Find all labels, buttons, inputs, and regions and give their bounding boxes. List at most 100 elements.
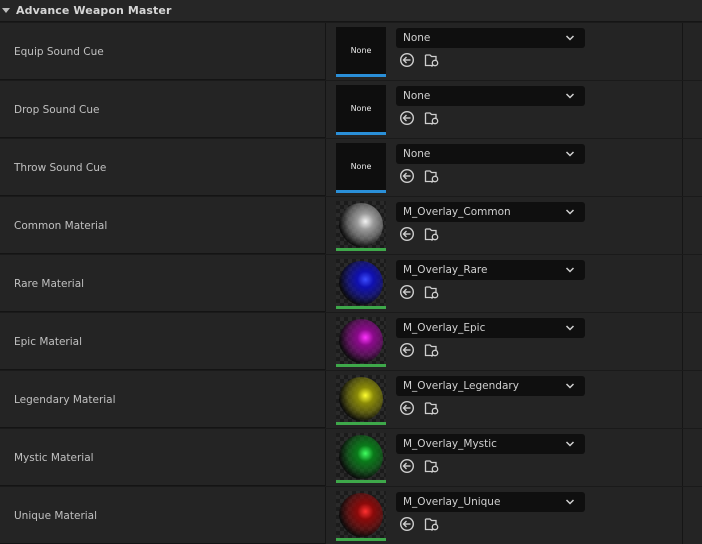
chevron-down-icon [565,209,575,215]
use-selected-asset-icon[interactable] [399,284,415,300]
use-selected-asset-icon[interactable] [399,226,415,242]
asset-picker-combo[interactable]: M_Overlay_Epic [396,318,585,338]
asset-picker-value: M_Overlay_Mystic [403,438,497,450]
property-label-cell: Rare Material [0,255,325,312]
property-label-cell: Legendary Material [0,371,325,428]
asset-picker-value: M_Overlay_Rare [403,264,488,276]
browse-to-asset-icon[interactable] [424,226,440,242]
asset-thumbnail[interactable] [336,433,386,483]
browse-to-asset-icon[interactable] [424,284,440,300]
browse-to-asset-icon[interactable] [424,110,440,126]
reset-column [683,81,702,138]
asset-picker-combo[interactable]: None [396,144,585,164]
property-value-cell: M_Overlay_Mystic [326,429,682,486]
chevron-down-icon [565,267,575,273]
asset-type-color-bar [336,480,386,483]
browse-to-asset-icon[interactable] [424,168,440,184]
property-label: Drop Sound Cue [14,103,100,116]
reset-column [683,23,702,80]
asset-picker-value: M_Overlay_Common [403,206,511,218]
thumbnail-none-text: None [350,161,372,171]
property-row: Drop Sound Cue None None [0,81,702,138]
asset-thumbnail[interactable] [336,375,386,425]
property-row: Mystic Material M_Overlay_Mystic [0,429,702,486]
browse-to-asset-icon[interactable] [424,400,440,416]
property-label-cell: Equip Sound Cue [0,23,325,80]
asset-picker-value: M_Overlay_Epic [403,322,486,334]
asset-picker-value: None [403,148,431,160]
property-label: Legendary Material [14,393,116,406]
reset-column [683,139,702,196]
material-sphere-preview [339,203,383,247]
property-value-cell: M_Overlay_Legendary [326,371,682,428]
use-selected-asset-icon[interactable] [399,110,415,126]
asset-type-color-bar [336,74,386,77]
material-sphere-preview [339,377,383,421]
use-selected-asset-icon[interactable] [399,400,415,416]
property-label: Common Material [14,219,108,232]
material-sphere-preview [339,435,383,479]
chevron-down-icon [565,151,575,157]
material-sphere-preview [339,319,383,363]
asset-type-color-bar [336,364,386,367]
reset-column [683,487,702,544]
asset-thumbnail[interactable]: None [336,143,386,193]
property-row: Throw Sound Cue None None [0,139,702,196]
use-selected-asset-icon[interactable] [399,458,415,474]
asset-type-color-bar [336,422,386,425]
use-selected-asset-icon[interactable] [399,168,415,184]
section-title: Advance Weapon Master [16,4,172,17]
asset-picker-value: M_Overlay_Legendary [403,380,519,392]
property-label-cell: Mystic Material [0,429,325,486]
collapse-chevron-icon[interactable] [2,8,10,13]
asset-picker-combo[interactable]: None [396,28,585,48]
asset-picker-combo[interactable]: M_Overlay_Legendary [396,376,585,396]
asset-picker-combo[interactable]: M_Overlay_Unique [396,492,585,512]
browse-to-asset-icon[interactable] [424,516,440,532]
asset-picker-value: None [403,90,431,102]
property-value-cell: M_Overlay_Unique [326,487,682,544]
property-value-cell: M_Overlay_Epic [326,313,682,370]
property-label: Rare Material [14,277,85,290]
asset-picker-combo[interactable]: M_Overlay_Common [396,202,585,222]
property-value-cell: None None [326,81,682,138]
material-sphere-preview [339,493,383,537]
property-label-cell: Drop Sound Cue [0,81,325,138]
chevron-down-icon [565,499,575,505]
browse-to-asset-icon[interactable] [424,342,440,358]
section-header[interactable]: Advance Weapon Master [0,0,702,22]
asset-picker-combo[interactable]: M_Overlay_Mystic [396,434,585,454]
asset-thumbnail[interactable] [336,259,386,309]
property-value-cell: None None [326,139,682,196]
use-selected-asset-icon[interactable] [399,342,415,358]
asset-thumbnail[interactable]: None [336,27,386,77]
thumbnail-none-text: None [350,45,372,55]
property-row: Rare Material M_Overlay_Rare [0,255,702,312]
reset-column [683,371,702,428]
use-selected-asset-icon[interactable] [399,52,415,68]
browse-to-asset-icon[interactable] [424,458,440,474]
asset-thumbnail[interactable]: None [336,85,386,135]
asset-picker-combo[interactable]: None [396,86,585,106]
property-row: Unique Material M_Overlay_Unique [0,487,702,544]
browse-to-asset-icon[interactable] [424,52,440,68]
asset-type-color-bar [336,306,386,309]
chevron-down-icon [565,325,575,331]
property-value-cell: M_Overlay_Common [326,197,682,254]
property-value-cell: M_Overlay_Rare [326,255,682,312]
asset-thumbnail[interactable] [336,491,386,541]
property-row: Legendary Material M_Overlay_Legendary [0,371,702,428]
asset-thumbnail[interactable] [336,317,386,367]
property-row: Common Material M_Overlay_Common [0,197,702,254]
material-sphere-preview [339,261,383,305]
asset-type-color-bar [336,132,386,135]
asset-thumbnail[interactable] [336,201,386,251]
asset-type-color-bar [336,248,386,251]
use-selected-asset-icon[interactable] [399,516,415,532]
chevron-down-icon [565,441,575,447]
property-label: Mystic Material [14,451,94,464]
property-label: Unique Material [14,509,98,522]
asset-picker-combo[interactable]: M_Overlay_Rare [396,260,585,280]
property-label-cell: Common Material [0,197,325,254]
property-label-cell: Throw Sound Cue [0,139,325,196]
